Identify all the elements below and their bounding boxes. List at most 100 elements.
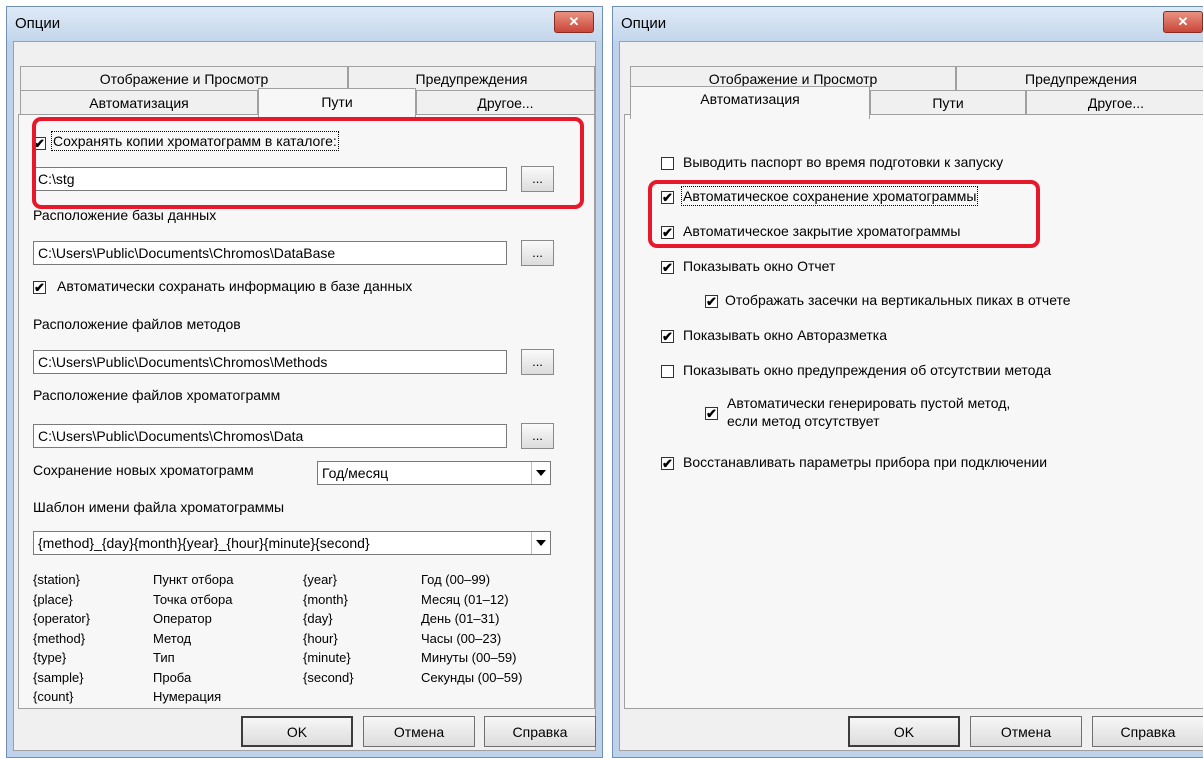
chroms-browse-button[interactable]: ... bbox=[521, 423, 554, 449]
option-label: Выводить паспорт во время подготовки к з… bbox=[683, 154, 1004, 170]
option-label: Восстанавливать параметры прибора при по… bbox=[683, 454, 1048, 470]
legend-desc: Оператор bbox=[153, 611, 212, 626]
legend-tokens-left: {station} {place} {operator} {method} {t… bbox=[33, 570, 90, 707]
legend-desc: Тип bbox=[153, 650, 175, 665]
methods-browse-button[interactable]: ... bbox=[521, 349, 554, 375]
check-icon: ✔ bbox=[662, 225, 673, 240]
ok-button[interactable]: OK bbox=[241, 716, 353, 747]
legend-token: {method} bbox=[33, 630, 86, 646]
saving-new-label: Сохранение новых хроматограмм bbox=[33, 462, 254, 478]
tab-automation[interactable]: Автоматизация bbox=[630, 86, 870, 119]
option-checkbox-auto-markup[interactable]: ✔ bbox=[661, 330, 674, 343]
tab-other[interactable]: Другое... bbox=[416, 90, 595, 115]
legend-token: {month} bbox=[303, 591, 348, 607]
save-copies-checkbox[interactable]: ✔ bbox=[33, 137, 46, 150]
option-label: Отображать засечки на вертикальных пиках… bbox=[725, 292, 1071, 308]
legend-desc-left: Пункт отбора Точка отбора Оператор Метод… bbox=[153, 570, 233, 707]
legend-token: {sample} bbox=[33, 669, 84, 685]
option-checkbox-restore-device-params[interactable]: ✔ bbox=[661, 457, 674, 470]
template-value: {method}_{day}{month}{year}_{hour}{minut… bbox=[38, 535, 370, 551]
check-icon: ✔ bbox=[662, 260, 673, 275]
option-label: Показывать окно предупреждения об отсутс… bbox=[683, 362, 1052, 378]
chevron-down-icon bbox=[536, 470, 546, 476]
option-checkbox-vertical-ticks[interactable]: ✔ bbox=[705, 295, 718, 308]
legend-token: {station} bbox=[33, 572, 80, 587]
save-copies-path-field[interactable]: C:\stg bbox=[33, 167, 507, 191]
dialog-client: Отображение и Просмотр Предупреждения Ав… bbox=[619, 41, 1203, 751]
methods-path-field[interactable]: C:\Users\Public\Documents\Chromos\Method… bbox=[33, 350, 507, 374]
combo-dropdown-button[interactable] bbox=[531, 462, 550, 484]
title-bar[interactable]: Опции ✕ bbox=[7, 7, 602, 41]
close-button[interactable]: ✕ bbox=[1163, 11, 1203, 33]
legend-token: {place} bbox=[33, 591, 73, 607]
legend-desc-right: Год (00–99) Месяц (01–12) День (01–31) Ч… bbox=[421, 570, 522, 687]
option-checkbox-auto-save[interactable]: ✔ bbox=[661, 191, 674, 204]
option-checkbox-missing-method-warning[interactable] bbox=[661, 365, 674, 378]
chroms-location-label: Расположение файлов хроматограмм bbox=[33, 387, 281, 403]
legend-desc: Проба bbox=[153, 669, 192, 685]
legend-token: {year} bbox=[303, 572, 337, 587]
legend-desc: Год (00–99) bbox=[421, 572, 491, 587]
save-copies-browse-button[interactable]: ... bbox=[521, 166, 554, 192]
check-icon: ✔ bbox=[34, 280, 45, 295]
auto-save-db-checkbox[interactable]: ✔ bbox=[33, 281, 46, 294]
title-bar[interactable]: Опции ✕ bbox=[613, 7, 1203, 41]
saving-new-combo[interactable]: Год/месяц bbox=[317, 461, 551, 485]
option-checkbox-auto-close[interactable]: ✔ bbox=[661, 226, 674, 239]
check-icon: ✔ bbox=[662, 456, 673, 471]
legend-token: {day} bbox=[303, 611, 333, 626]
template-label: Шаблон имени файла хроматограммы bbox=[33, 499, 285, 515]
cancel-button[interactable]: Отмена bbox=[363, 716, 475, 747]
db-location-label: Расположение базы данных bbox=[33, 207, 217, 223]
option-checkbox-show-report[interactable]: ✔ bbox=[661, 261, 674, 274]
check-icon: ✔ bbox=[662, 190, 673, 205]
legend-token: {operator} bbox=[33, 611, 91, 626]
template-combo[interactable]: {method}_{day}{month}{year}_{hour}{minut… bbox=[33, 531, 551, 555]
legend-token: {minute} bbox=[303, 650, 351, 665]
cancel-button[interactable]: Отмена bbox=[970, 716, 1082, 747]
legend-desc: Часы (00–23) bbox=[421, 630, 502, 646]
option-label: Автоматическое сохранение хроматограммы bbox=[680, 186, 979, 206]
close-button[interactable]: ✕ bbox=[554, 11, 594, 33]
check-icon: ✔ bbox=[662, 329, 673, 344]
tab-panel-automation: Выводить паспорт во время подготовки к з… bbox=[624, 114, 1203, 709]
option-label: Автоматическое закрытие хроматограммы bbox=[683, 223, 961, 239]
legend-desc: День (01–31) bbox=[421, 611, 500, 626]
check-icon: ✔ bbox=[34, 136, 45, 151]
close-icon: ✕ bbox=[1177, 14, 1189, 29]
legend-desc: Метод bbox=[153, 630, 192, 646]
legend-desc: Минуты (00–59) bbox=[421, 650, 517, 665]
methods-location-label: Расположение файлов методов bbox=[33, 316, 241, 332]
tab-panel-paths: ✔ Сохранять копии хроматограмм в каталог… bbox=[18, 114, 595, 709]
tab-paths[interactable]: Пути bbox=[870, 90, 1026, 115]
help-button[interactable]: Справка bbox=[1092, 716, 1203, 747]
combo-dropdown-button[interactable] bbox=[531, 532, 550, 554]
tab-paths[interactable]: Пути bbox=[258, 88, 416, 119]
option-label: Показывать окно Авторазметка bbox=[683, 327, 887, 343]
dialog-title: Опции bbox=[15, 15, 61, 32]
chroms-path-field[interactable]: C:\Users\Public\Documents\Chromos\Data bbox=[33, 424, 507, 448]
ok-button[interactable]: OK bbox=[848, 716, 960, 747]
legend-token: {second} bbox=[303, 669, 354, 685]
legend-desc: Пункт отбора bbox=[153, 572, 234, 587]
legend-token: {count} bbox=[33, 689, 74, 704]
option-label-line2: если метод отсутствует bbox=[727, 413, 880, 429]
dialog-title: Опции bbox=[621, 15, 667, 32]
check-icon: ✔ bbox=[706, 294, 717, 309]
tab-automation[interactable]: Автоматизация bbox=[20, 90, 258, 115]
help-button[interactable]: Справка bbox=[484, 716, 596, 747]
tab-warnings[interactable]: Предупреждения bbox=[956, 66, 1203, 91]
option-label: Автоматически генерировать пустой метод, bbox=[727, 395, 1011, 411]
legend-desc: Точка отбора bbox=[153, 591, 233, 607]
db-path-field[interactable]: C:\Users\Public\Documents\Chromos\DataBa… bbox=[33, 241, 507, 265]
check-icon: ✔ bbox=[706, 406, 717, 421]
db-browse-button[interactable]: ... bbox=[521, 240, 554, 266]
option-checkbox-print-passport[interactable] bbox=[661, 157, 674, 170]
option-checkbox-generate-empty-method[interactable]: ✔ bbox=[705, 407, 718, 420]
legend-desc: Секунды (00–59) bbox=[421, 669, 523, 685]
tab-other[interactable]: Другое... bbox=[1026, 90, 1203, 115]
dialog-client: Отображение и Просмотр Предупреждения Ав… bbox=[13, 41, 596, 751]
auto-save-db-label: Автоматически сохранать информацию в баз… bbox=[57, 278, 413, 294]
legend-token: {type} bbox=[33, 650, 67, 665]
legend-desc: Месяц (01–12) bbox=[421, 591, 509, 607]
